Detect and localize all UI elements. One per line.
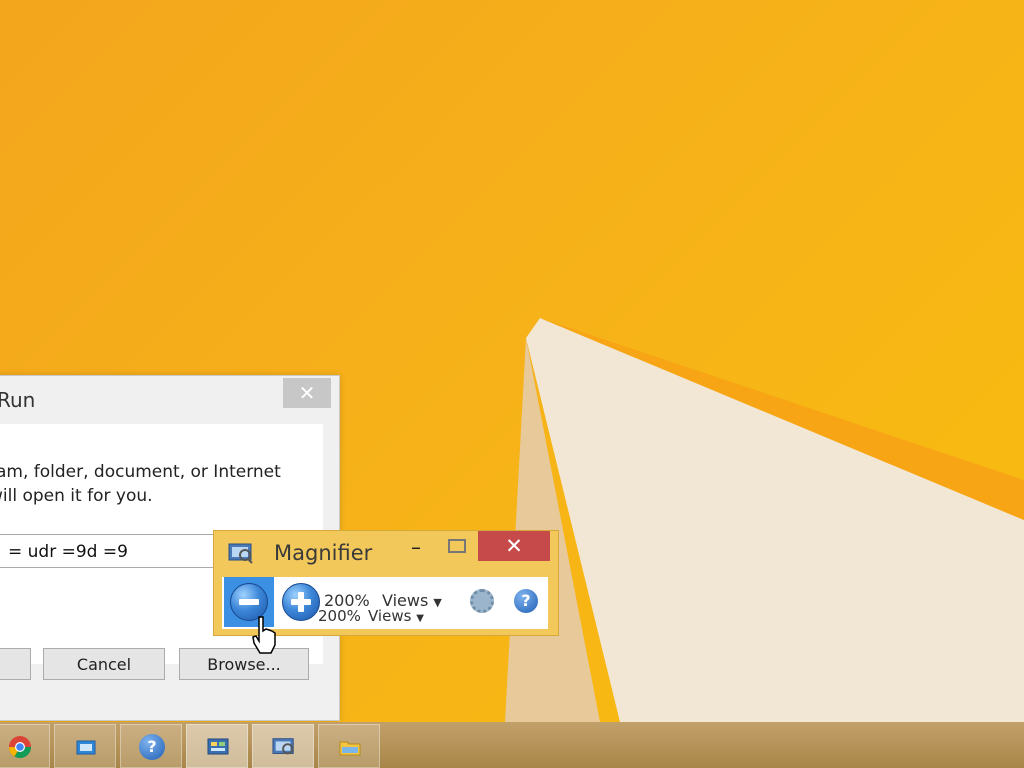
ok-button[interactable] <box>0 648 31 680</box>
taskbar: ? <box>0 722 1024 768</box>
magnifier-title: Magnifier <box>274 541 373 565</box>
run-description-line2: will open it for you. <box>0 486 153 506</box>
options-gear-icon[interactable] <box>470 589 494 613</box>
magnifier-close-button[interactable]: ✕ <box>478 531 550 561</box>
run-description-line1: ram, folder, document, or Internet <box>0 462 281 482</box>
ghost-views-text: Views <box>368 607 412 625</box>
run-close-button[interactable]: ✕ <box>283 378 331 408</box>
help-icon[interactable]: ? <box>514 589 538 613</box>
cancel-button[interactable]: Cancel <box>43 648 165 680</box>
chevron-down-icon: ▼ <box>433 596 442 609</box>
minimize-button[interactable]: – <box>404 537 428 557</box>
chrome-icon <box>9 736 31 758</box>
file-explorer-icon <box>76 740 96 755</box>
folder-icon <box>339 741 361 756</box>
taskbar-magnifier[interactable] <box>252 724 314 768</box>
maximize-button[interactable] <box>448 539 466 553</box>
taskbar-explorer[interactable] <box>318 724 380 768</box>
taskbar-chrome[interactable] <box>0 724 50 768</box>
hand-cursor-icon <box>252 616 276 654</box>
magnifier-app-icon <box>228 543 253 564</box>
taskbar-file-explorer[interactable] <box>54 724 116 768</box>
run-description: ram, folder, document, or Internet will … <box>0 460 281 508</box>
browse-button[interactable]: Browse... <box>179 648 309 680</box>
taskbar-help[interactable]: ? <box>120 724 182 768</box>
run-dialog-title: Run <box>0 388 36 412</box>
zoom-in-button[interactable] <box>282 583 320 621</box>
browse-button-label: Browse... <box>207 655 281 674</box>
ghost-chevron-down-icon: ▼ <box>416 613 424 624</box>
magnifier-taskbar-icon <box>272 738 294 755</box>
help-app-icon: ? <box>139 734 165 760</box>
taskbar-control-panel[interactable] <box>186 724 248 768</box>
ghost-zoom-level: 200% <box>318 607 361 625</box>
ghost-views-label: Views ▼ <box>368 607 424 625</box>
control-panel-icon <box>207 738 229 755</box>
